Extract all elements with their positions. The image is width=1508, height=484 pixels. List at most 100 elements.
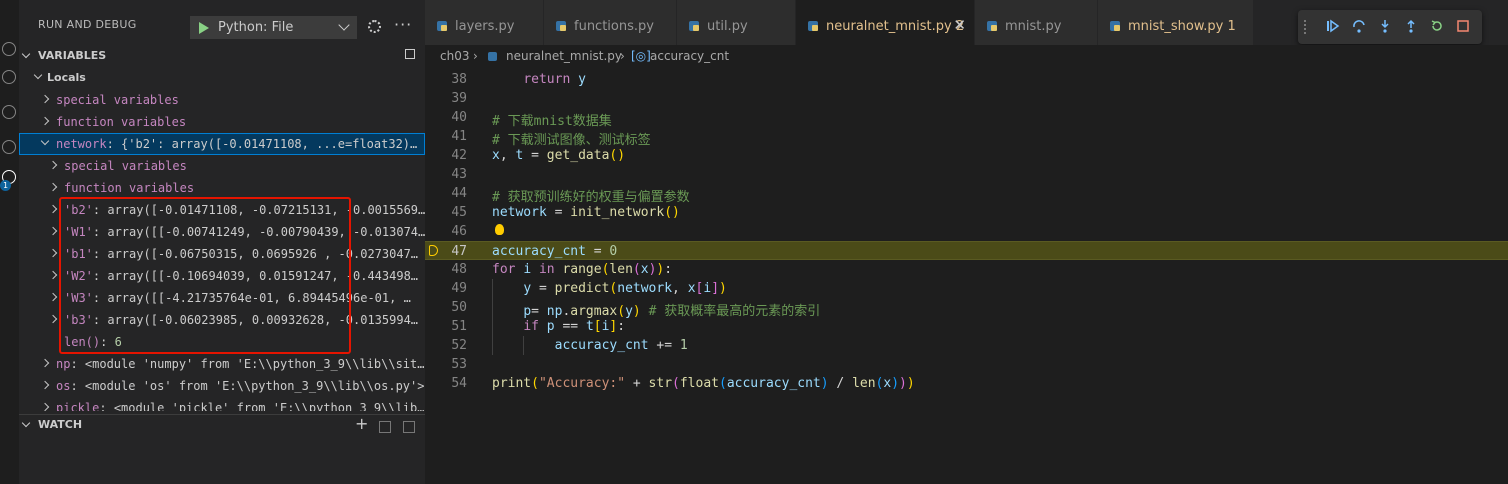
step-over-icon[interactable] [1352,19,1366,33]
tab-label: layers.py [455,19,515,34]
code-line: 43 [425,165,1508,184]
debug-toolbar [1298,10,1482,44]
gear-icon[interactable] [368,20,381,33]
chevron-right-icon [40,380,50,390]
variable-row-network[interactable]: network: {'b2': array([-0.01471108, ...e… [19,133,425,155]
variable-row[interactable]: np: <module 'numpy' from 'E:\\python_3_9… [19,353,425,375]
line-number: 43 [451,167,467,182]
line-number: 53 [451,357,467,372]
code-line: 51 if p == t[i]: [425,317,1508,336]
source-control-icon[interactable] [2,70,16,84]
chevron-right-icon [40,94,50,104]
variable-row[interactable]: special variables [19,155,425,177]
tab-label: mnist.py [1005,19,1062,34]
close-icon[interactable]: ✕ [953,16,966,34]
code-text: y = predict(network, x[i]) [523,281,727,296]
code-text: x, t = get_data() [492,148,626,163]
tab-functions[interactable]: functions.py [544,0,677,45]
chevron-down-icon [21,49,31,59]
drag-handle-icon[interactable] [1304,20,1309,34]
highlight-box [59,197,351,354]
variable-row[interactable]: function variables [19,177,425,199]
line-number: 50 [451,300,467,315]
line-number: 42 [451,148,467,163]
variable-name: special variables [64,159,187,173]
lightbulb-icon[interactable] [495,224,504,235]
line-number: 52 [451,338,467,353]
continue-icon[interactable] [1326,19,1340,33]
activity-bar: 1 [0,0,19,484]
more-actions-icon[interactable]: ··· [394,15,412,34]
code-text: network = init_network() [492,205,680,220]
variable-name: special variables [56,93,179,107]
variables-section-header[interactable]: VARIABLES [19,46,425,66]
chevron-right-icon: › [473,49,478,63]
restart-icon[interactable] [1430,19,1444,33]
tab-util[interactable]: util.py [677,0,796,45]
chevron-right-icon [48,226,58,236]
refresh-icon[interactable] [379,421,391,433]
code-text: for i in range(len(x)): [492,262,673,277]
chevron-down-icon [40,136,50,146]
step-into-icon[interactable] [1378,19,1392,33]
tab-layers[interactable]: layers.py [425,0,544,45]
chevron-right-icon [40,402,50,411]
current-execution-line: 47 accuracy_cnt = 0 [425,241,1508,260]
variable-value: {'b2': array([-0.01471108, ...e=float32)… [121,137,418,151]
variable-name: os [56,379,71,393]
python-file-icon [689,21,699,31]
locals-label: Locals [47,71,86,84]
variable-row[interactable]: special variables [19,89,425,111]
code-text: if p == t[i]: [523,319,626,334]
breadcrumb-file[interactable]: neuralnet_mnist.py [506,49,622,63]
start-debugging-icon[interactable] [199,22,209,34]
watch-header-label: WATCH [38,418,83,431]
code-editor[interactable]: 38 return y 39 40 # 下载mnist数据集 41 # 下载测试… [425,67,1508,484]
variable-value: <module 'os' from 'E:\\python_3_9\\lib\\… [84,379,425,393]
code-line: 52 accuracy_cnt += 1 [425,336,1508,355]
chevron-right-icon [48,182,58,192]
step-out-icon[interactable] [1404,19,1418,33]
variable-name: function variables [56,115,187,129]
variable-name: network [56,137,107,151]
chevron-right-icon [48,248,58,258]
python-file-icon [987,21,997,31]
tab-mnist-show[interactable]: mnist_show.py 1 [1098,0,1254,45]
code-line: 53 [425,355,1508,374]
add-expression-icon[interactable]: + [355,414,368,433]
locals-scope[interactable]: Locals [19,67,425,89]
variable-value: <module 'pickle' from 'E:\\python_3_9\\l… [113,401,425,411]
chevron-down-icon [21,418,31,428]
breadcrumb-folder[interactable]: ch03 [440,49,469,63]
tab-label: functions.py [574,19,654,34]
python-file-icon [808,21,818,31]
line-number: 47 [451,244,467,259]
indent-guide [523,336,524,355]
python-file-icon [437,21,447,31]
code-line: 42 x, t = get_data() [425,146,1508,165]
code-line: 48 for i in range(len(x)): [425,260,1508,279]
tab-label: neuralnet_mnist.py [826,19,952,34]
variable-row[interactable]: pickle: <module 'pickle' from 'E:\\pytho… [19,397,425,411]
search-icon[interactable] [2,42,16,56]
line-number: 40 [451,110,467,125]
chevron-right-icon [48,204,58,214]
variable-row[interactable]: function variables [19,111,425,133]
chevron-right-icon: › [620,49,625,63]
variable-row[interactable]: os: <module 'os' from 'E:\\python_3_9\\l… [19,375,425,397]
python-file-icon [556,21,566,31]
collapse-all-icon[interactable] [403,421,415,433]
extensions-icon[interactable] [2,105,16,119]
line-number: 54 [451,376,467,391]
launch-config-label: Python: File [218,20,294,35]
indent-guide [492,279,493,355]
stop-icon[interactable] [1456,19,1470,33]
collapse-all-icon[interactable] [405,49,415,59]
launch-config-dropdown[interactable]: Python: File [190,16,357,39]
remote-icon[interactable] [2,140,16,154]
tab-neuralnet-mnist[interactable]: neuralnet_mnist.py 2 ✕ [796,0,975,45]
code-line: 38 return y [425,70,1508,89]
code-text: return y [523,72,586,87]
breadcrumb-symbol[interactable]: accuracy_cnt [650,49,729,63]
tab-mnist[interactable]: mnist.py [975,0,1098,45]
